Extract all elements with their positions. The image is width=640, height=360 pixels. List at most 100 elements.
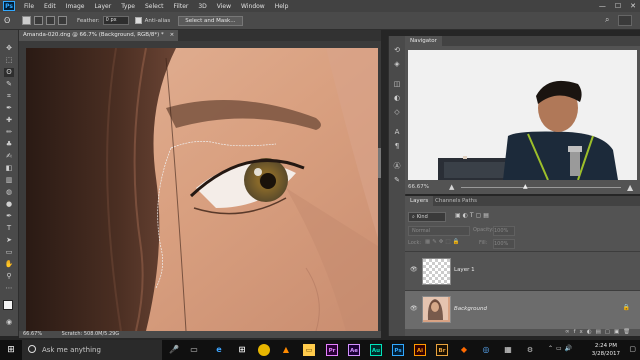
crop-tool-icon[interactable]: ⌗	[4, 92, 14, 101]
cortana-search-box[interactable]: Ask me anything	[22, 340, 162, 360]
layer-actions-bar[interactable]: ∞fx◐▤▢▣🗑	[565, 329, 640, 336]
app-icon-orange[interactable]: ◆	[458, 344, 470, 356]
file-explorer-icon[interactable]: ▭	[303, 344, 315, 356]
photoshop-taskbar-icon[interactable]: Ps	[392, 344, 404, 356]
canvas-vertical-scrollbar[interactable]	[378, 48, 381, 331]
navigator-zoom-thumb[interactable]: ▲	[523, 183, 528, 190]
adjustments-icon[interactable]: ◐	[392, 94, 402, 103]
new-selection-icon[interactable]	[22, 16, 31, 25]
marquee-tool-icon[interactable]: ⬚	[4, 56, 14, 65]
after-effects-icon[interactable]: Ae	[348, 344, 360, 356]
select-and-mask-button[interactable]: Select and Mask...	[178, 15, 243, 26]
move-tool-icon[interactable]: ✥	[4, 44, 14, 53]
pen-tool-icon[interactable]: ✒	[4, 212, 14, 221]
mic-icon[interactable]: 🎤	[168, 344, 180, 356]
minimize-icon[interactable]: —	[599, 2, 606, 10]
close-icon[interactable]: ✕	[630, 2, 636, 10]
layer-filter-icons[interactable]: ▣◐T▢▤	[455, 212, 525, 220]
menu-view[interactable]: View	[212, 3, 236, 10]
navigator-zoom-slider[interactable]	[461, 187, 621, 188]
menu-select[interactable]: Select	[140, 3, 169, 10]
intersect-selection-icon[interactable]	[58, 16, 67, 25]
app-icon-window[interactable]: ▦	[502, 344, 514, 356]
layer-name[interactable]: Background	[454, 306, 487, 312]
taskbar-clock[interactable]: 2:24 PM 3/28/2017	[592, 342, 620, 358]
path-selection-tool-icon[interactable]: ➤	[4, 236, 14, 245]
history-icon[interactable]: ⟲	[392, 46, 402, 55]
opacity-input[interactable]: 100%	[493, 226, 515, 236]
windows-start-icon[interactable]: ⊞	[0, 340, 22, 360]
workspace-icon[interactable]	[618, 15, 632, 26]
layer-filter-dropdown[interactable]: ⌕ Kind	[408, 212, 446, 222]
tab-navigator[interactable]: Navigator	[405, 36, 442, 46]
bridge-icon[interactable]: Br	[436, 344, 448, 356]
brush-tool-icon[interactable]: ✏	[4, 128, 14, 137]
dodge-tool-icon[interactable]: ●	[4, 200, 14, 209]
notifications-icon[interactable]: ▢	[629, 345, 636, 353]
document-canvas[interactable]	[26, 48, 381, 331]
more-tools-icon[interactable]: ⋯	[4, 284, 14, 293]
quick-selection-tool-icon[interactable]: ✎	[4, 80, 14, 89]
lasso-tool-preset-icon[interactable]: ʘ	[4, 16, 14, 26]
system-tray-icons[interactable]: ⌃▭🔊	[548, 345, 575, 352]
quick-mask-icon[interactable]: ◉	[4, 318, 14, 327]
lasso-tool-icon[interactable]: ʘ	[4, 68, 14, 77]
paragraph-icon[interactable]: ¶	[392, 142, 402, 151]
navigator-preview[interactable]	[408, 50, 637, 180]
healing-brush-tool-icon[interactable]: ✚	[4, 116, 14, 125]
lock-icons[interactable]: ▦✎✥⬚🔒	[425, 239, 461, 245]
store-icon[interactable]: ⊞	[236, 344, 248, 356]
styles-icon[interactable]: ◇	[392, 108, 402, 117]
add-selection-icon[interactable]	[34, 16, 43, 25]
menu-window[interactable]: Window	[236, 3, 270, 10]
chrome-icon[interactable]	[258, 344, 270, 356]
type-tool-icon[interactable]: T	[4, 224, 14, 233]
task-view-icon[interactable]: ▭	[188, 344, 200, 356]
status-zoom[interactable]: 66.67%	[23, 331, 42, 337]
antialias-checkbox[interactable]	[134, 17, 142, 24]
properties-icon[interactable]: ◈	[392, 60, 402, 69]
layer-name[interactable]: Layer 1	[454, 267, 475, 273]
gradient-tool-icon[interactable]: ▥	[4, 176, 14, 185]
search-icon[interactable]: ⌕	[605, 15, 614, 24]
eye-icon[interactable]: 👁	[410, 266, 418, 273]
tab-paths[interactable]: Paths	[457, 196, 482, 206]
tab-layers[interactable]: Layers	[405, 196, 434, 206]
navigator-zoom-value[interactable]: 66.67%	[408, 184, 429, 190]
layer-row[interactable]: 👁 Layer 1	[405, 251, 640, 290]
foreground-color-swatch[interactable]	[3, 300, 13, 310]
libraries-icon[interactable]: ◫	[392, 80, 402, 89]
glyphs-icon[interactable]: Ⓐ	[392, 162, 402, 171]
vlc-icon[interactable]: ▲	[280, 344, 292, 356]
menu-3d[interactable]: 3D	[193, 3, 211, 10]
shape-tool-icon[interactable]: ▭	[4, 248, 14, 257]
zoom-tool-icon[interactable]: ⚲	[4, 272, 14, 281]
zoom-out-icon[interactable]: ▲	[449, 183, 454, 191]
blur-tool-icon[interactable]: ◍	[4, 188, 14, 197]
character-icon[interactable]: A	[392, 128, 402, 137]
menu-edit[interactable]: Edit	[39, 3, 61, 10]
brushes-icon[interactable]: ✎	[392, 176, 402, 185]
maximize-icon[interactable]: ☐	[615, 2, 621, 10]
menu-filter[interactable]: Filter	[169, 3, 194, 10]
fill-input[interactable]: 100%	[493, 239, 515, 249]
app-icon-gear[interactable]: ⚙	[524, 344, 536, 356]
eraser-tool-icon[interactable]: ◧	[4, 164, 14, 173]
menu-help[interactable]: Help	[270, 3, 294, 10]
scroll-thumb[interactable]	[378, 148, 381, 178]
hand-tool-icon[interactable]: ✋	[4, 260, 14, 269]
menu-file[interactable]: File	[19, 3, 39, 10]
subtract-selection-icon[interactable]	[46, 16, 55, 25]
layer-row[interactable]: 👁 Background 🔒	[405, 290, 640, 329]
menu-image[interactable]: Image	[61, 3, 90, 10]
history-brush-tool-icon[interactable]: ✍	[4, 152, 14, 161]
audition-icon[interactable]: Au	[370, 344, 382, 356]
document-tab[interactable]: Amanda-020.dng @ 66.7% (Background, RGB/…	[19, 30, 179, 41]
eyedropper-tool-icon[interactable]: ✒	[4, 104, 14, 113]
menu-layer[interactable]: Layer	[89, 3, 116, 10]
illustrator-icon[interactable]: Ai	[414, 344, 426, 356]
premiere-icon[interactable]: Pr	[326, 344, 338, 356]
menu-type[interactable]: Type	[116, 3, 140, 10]
edge-icon[interactable]: e	[213, 344, 225, 356]
feather-input[interactable]: 0 px	[102, 16, 129, 25]
